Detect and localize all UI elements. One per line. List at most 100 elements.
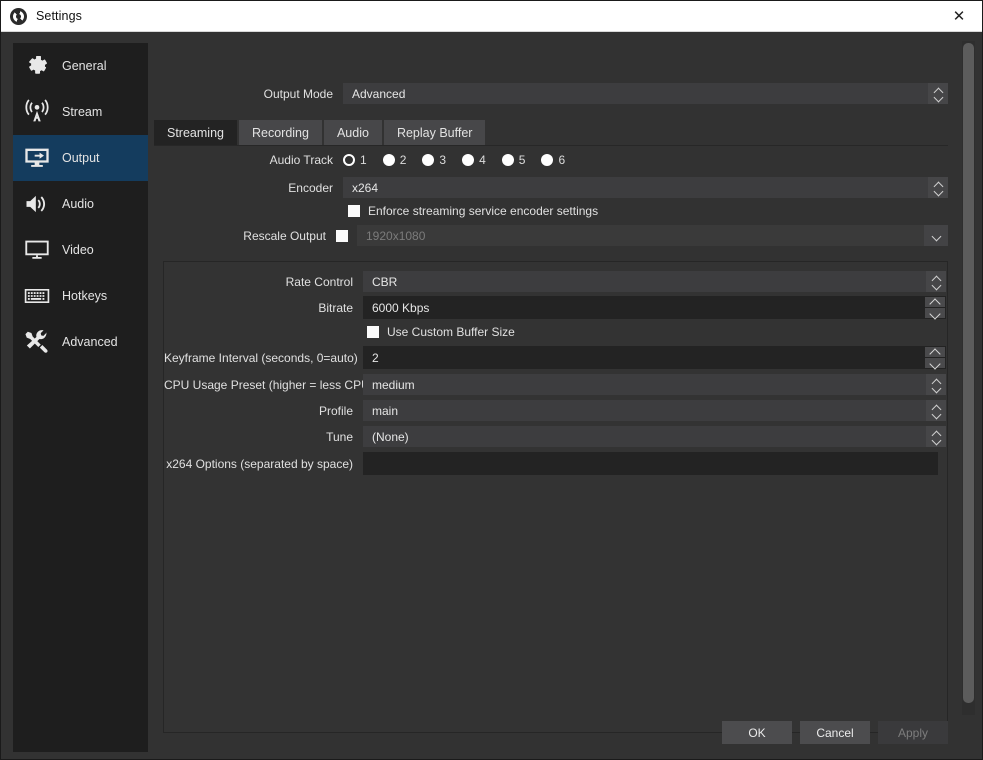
profile-stepper[interactable]: [926, 400, 946, 421]
radio-icon[interactable]: [501, 154, 514, 166]
keyframe-decrement-button[interactable]: [925, 358, 945, 368]
keyframe-interval-value: 2: [372, 350, 379, 365]
keyboard-icon: [23, 282, 51, 310]
radio-icon[interactable]: [382, 154, 395, 166]
output-mode-stepper[interactable]: [928, 83, 948, 104]
sidebar-item-audio[interactable]: Audio: [13, 181, 148, 227]
keyframe-increment-button[interactable]: [925, 347, 945, 357]
x264-options-label: x264 Options (separated by space): [166, 456, 353, 471]
obs-logo-icon: [10, 7, 27, 25]
bitrate-spinbox[interactable]: 6000 Kbps: [363, 296, 946, 319]
audio-track-radio-group: 1 2 3 4 5 6: [343, 153, 581, 167]
bitrate-label: Bitrate: [318, 300, 353, 315]
cpu-preset-stepper[interactable]: [926, 374, 946, 395]
rate-control-stepper[interactable]: [926, 271, 946, 292]
encoder-stepper[interactable]: [928, 177, 948, 198]
audio-track-option-3[interactable]: 3: [422, 153, 446, 167]
sidebar-item-label: Stream: [62, 105, 103, 119]
dialog-buttons: OK Cancel Apply: [722, 721, 948, 744]
x264-options-value: [363, 452, 938, 456]
enforce-settings-checkbox[interactable]: [348, 205, 360, 217]
audio-track-label: Audio Track: [269, 153, 333, 167]
cpu-preset-label: CPU Usage Preset (higher = less CPU): [164, 377, 374, 392]
profile-row: Profile main: [164, 400, 947, 421]
sidebar-item-general[interactable]: General: [13, 43, 148, 89]
audio-track-option-4[interactable]: 4: [462, 153, 486, 167]
chevron-up-icon: [930, 349, 941, 355]
settings-content: Output Mode Advanced Streaming Recording…: [148, 32, 982, 759]
bitrate-increment-button[interactable]: [925, 297, 945, 307]
rate-control-label: Rate Control: [285, 274, 353, 289]
profile-combo[interactable]: main: [363, 400, 946, 421]
bitrate-row: Bitrate 6000 Kbps: [164, 296, 947, 319]
encoder-combo[interactable]: x264: [343, 177, 948, 198]
chevron-up-icon: [930, 299, 941, 305]
audio-track-option-2[interactable]: 2: [382, 153, 407, 167]
keyframe-interval-spinbox[interactable]: 2: [363, 346, 946, 369]
cpu-preset-row: CPU Usage Preset (higher = less CPU) med…: [164, 374, 947, 395]
chevron-down-icon: [932, 437, 941, 442]
speaker-icon: [23, 190, 51, 218]
radio-label: 6: [558, 153, 566, 167]
tune-row: Tune (None): [164, 426, 947, 447]
sidebar-item-label: Advanced: [62, 335, 118, 349]
rate-control-combo[interactable]: CBR: [363, 271, 946, 292]
tune-value: (None): [372, 429, 409, 444]
close-icon[interactable]: ✕: [936, 1, 982, 31]
tab-replay-buffer[interactable]: Replay Buffer: [383, 120, 486, 145]
sidebar-item-label: Audio: [62, 197, 94, 211]
x264-options-input[interactable]: [363, 452, 938, 475]
chevron-down-icon: [932, 385, 941, 390]
tune-stepper[interactable]: [926, 426, 946, 447]
sidebar-item-video[interactable]: Video: [13, 227, 148, 273]
audio-track-option-6[interactable]: 6: [541, 153, 565, 167]
tune-combo[interactable]: (None): [363, 426, 946, 447]
sidebar-item-hotkeys[interactable]: Hotkeys: [13, 273, 148, 319]
output-mode-row: Output Mode Advanced: [148, 83, 948, 104]
rescale-output-label: Rescale Output: [243, 228, 326, 243]
encoder-value: x264: [352, 180, 379, 195]
rescale-output-checkbox[interactable]: [336, 229, 348, 242]
custom-buffer-checkbox[interactable]: [367, 326, 379, 338]
radio-label: 2: [399, 153, 407, 167]
ok-button[interactable]: OK: [722, 721, 792, 744]
bitrate-decrement-button[interactable]: [925, 308, 945, 318]
window-body: General Stream Output Audio Video Hotkey…: [1, 32, 982, 759]
chevron-down-icon: [932, 282, 941, 287]
tune-label: Tune: [326, 429, 353, 444]
encoder-row: Encoder x264: [148, 177, 948, 198]
radio-icon[interactable]: [343, 154, 355, 166]
radio-icon[interactable]: [541, 154, 554, 166]
rescale-output-row: Rescale Output 1920x1080: [148, 225, 948, 246]
cpu-preset-value: medium: [372, 377, 415, 392]
cancel-button[interactable]: Cancel: [800, 721, 870, 744]
rescale-output-dropdown: [924, 225, 948, 246]
scrollbar-thumb[interactable]: [963, 43, 974, 703]
tab-label: Audio: [336, 125, 369, 140]
sidebar-item-advanced[interactable]: Advanced: [13, 319, 148, 365]
tab-streaming[interactable]: Streaming: [154, 120, 237, 145]
audio-track-row: Audio Track 1 2 3 4 5 6: [148, 153, 948, 167]
audio-track-option-5[interactable]: 5: [501, 153, 526, 167]
window-title: Settings: [36, 9, 82, 23]
rate-control-row: Rate Control CBR: [164, 271, 947, 292]
content-scrollbar[interactable]: [962, 41, 975, 715]
chevron-down-icon: [930, 310, 941, 316]
output-mode-combo[interactable]: Advanced: [343, 83, 948, 104]
sidebar-item-label: Output: [62, 151, 100, 165]
sidebar-item-stream[interactable]: Stream: [13, 89, 148, 135]
sidebar-item-output[interactable]: Output: [13, 135, 148, 181]
tab-audio[interactable]: Audio: [323, 120, 382, 145]
radio-icon[interactable]: [422, 154, 435, 166]
tab-label: Recording: [251, 125, 309, 140]
radio-label: 5: [518, 153, 526, 167]
custom-buffer-row: Use Custom Buffer Size: [367, 325, 515, 339]
cpu-preset-combo[interactable]: medium: [363, 374, 946, 395]
apply-button: Apply: [878, 721, 948, 744]
tab-recording[interactable]: Recording: [238, 120, 322, 145]
encoder-label: Encoder: [288, 180, 333, 195]
radio-icon[interactable]: [462, 154, 475, 166]
audio-track-option-1[interactable]: 1: [343, 153, 367, 167]
display-icon: [23, 236, 51, 264]
sidebar-item-label: Hotkeys: [62, 289, 108, 303]
